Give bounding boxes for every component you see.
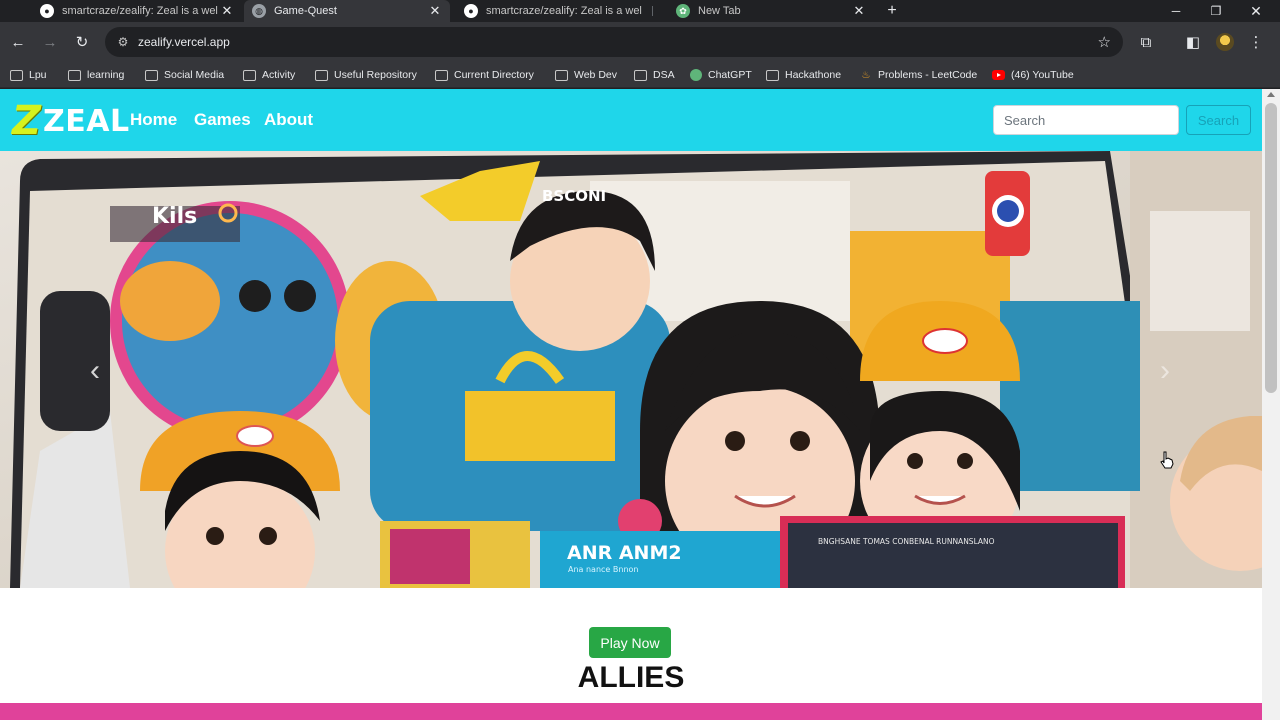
folder-icon — [315, 69, 328, 81]
bookmark-label: (46) YouTube — [1011, 69, 1074, 81]
hero-screen-subtitle: Ana nance Bnnon — [568, 565, 639, 574]
page-scrollbar[interactable] — [1262, 89, 1280, 720]
section-title-allies: ALLIES — [577, 661, 685, 694]
hero-screen-title: ANR ANM2 — [567, 542, 682, 564]
folder-icon — [766, 69, 779, 81]
bookmark-label: Current Directory — [454, 69, 534, 81]
folder-icon — [10, 69, 23, 81]
side-panel-icon[interactable]: ◧ — [1183, 32, 1203, 52]
bookmark-lpu[interactable]: Lpu — [10, 66, 47, 84]
bookmark-web-dev[interactable]: Web Dev — [555, 66, 617, 84]
minimize-icon[interactable]: ─ — [1156, 0, 1196, 22]
bookmark-label: Problems - LeetCode — [878, 69, 978, 81]
bookmark-label: Lpu — [29, 69, 47, 81]
tab-separator — [652, 6, 653, 16]
hero-hat-text: BSCONI — [542, 187, 606, 205]
carousel-prev-icon[interactable]: ‹ — [80, 351, 110, 391]
bookmark-label: Activity — [262, 69, 296, 81]
reload-icon[interactable]: ↻ — [72, 32, 92, 52]
bookmark-label: Hackathone — [785, 69, 842, 81]
bookmark-star-icon[interactable]: ☆ — [1098, 33, 1111, 51]
nav-games-link[interactable]: Games — [194, 110, 251, 130]
folder-icon — [555, 69, 568, 81]
hero-carousel: Kils BSCONI ANR ANM2 Ana nance Bnnon BNG… — [0, 151, 1262, 588]
bookmark-label: learning — [87, 69, 125, 81]
new-tab-button[interactable]: + — [882, 0, 902, 22]
bookmark-dsa[interactable]: DSA — [634, 66, 675, 84]
url-text: zealify.vercel.app — [138, 35, 230, 49]
hand-cursor-icon — [1160, 451, 1174, 469]
browser-tab-strip: ● smartcraze/zealify: Zeal is a wel ✕ ◍ … — [0, 0, 1280, 22]
tab-new-tab[interactable]: ✿ New Tab ✕ — [668, 0, 874, 22]
search-input[interactable] — [993, 105, 1179, 135]
tab-title: smartcraze/zealify: Zeal is a wel — [486, 5, 642, 17]
bookmark-leetcode[interactable]: ♨ Problems - LeetCode — [860, 66, 978, 84]
folder-icon — [634, 69, 647, 81]
forward-arrow-icon[interactable]: → — [40, 32, 60, 52]
nav-about-link[interactable]: About — [264, 110, 313, 130]
close-icon[interactable]: ✕ — [852, 3, 866, 19]
scroll-up-arrow-icon[interactable] — [1267, 92, 1275, 97]
tab-zealify-repo-1[interactable]: ● smartcraze/zealify: Zeal is a wel ✕ — [32, 0, 242, 22]
tab-title: smartcraze/zealify: Zeal is a wel — [62, 5, 218, 17]
nav-home-link[interactable]: Home — [130, 110, 177, 130]
bookmarks-bar: Lpu learning Social Media Activity Usefu… — [0, 62, 1280, 88]
menu-dots-icon[interactable]: ⋮ — [1246, 32, 1266, 52]
tab-zealify-repo-2[interactable]: ● smartcraze/zealify: Zeal is a wel — [456, 0, 664, 22]
folder-icon — [435, 69, 448, 81]
bookmark-label: DSA — [653, 69, 675, 81]
browser-toolbar: ← → ↻ ⚙ zealify.vercel.app ☆ ⧉ ◧ ⋮ — [0, 22, 1280, 62]
logo-z-mark: Z — [12, 98, 42, 144]
bookmark-useful-repository[interactable]: Useful Repository — [315, 66, 417, 84]
folder-icon — [243, 69, 256, 81]
site-logo[interactable]: Z ZEAL — [12, 101, 130, 141]
bookmark-social-media[interactable]: Social Media — [145, 66, 224, 84]
bookmark-label: Social Media — [164, 69, 225, 81]
chatgpt-icon: ✿ — [676, 4, 690, 18]
chatgpt-icon — [690, 69, 702, 81]
site-settings-icon[interactable]: ⚙ — [115, 34, 131, 50]
hero-sign-text: Kils — [152, 204, 197, 229]
globe-icon: ◍ — [252, 4, 266, 18]
scrollbar-thumb[interactable] — [1265, 103, 1277, 393]
hero-poster-text: BNGHSANE TOMAS CONBENAL RUNNANSLANO — [818, 537, 995, 546]
bookmark-youtube[interactable]: (46) YouTube — [992, 66, 1074, 84]
site-navbar: Z ZEAL Home Games About Search — [0, 89, 1262, 151]
folder-icon — [145, 69, 158, 81]
carousel-next-icon[interactable]: › — [1150, 351, 1180, 391]
play-now-button[interactable]: Play Now — [589, 627, 671, 658]
leetcode-icon: ♨ — [861, 69, 871, 81]
youtube-icon — [992, 70, 1005, 80]
extensions-icon[interactable]: ⧉ — [1136, 32, 1156, 52]
back-arrow-icon[interactable]: ← — [8, 32, 28, 52]
folder-icon — [68, 69, 81, 81]
tab-game-quest[interactable]: ◍ Game-Quest ✕ — [244, 0, 450, 22]
bookmark-label: Web Dev — [574, 69, 617, 81]
logo-text: ZEAL — [43, 103, 130, 139]
close-icon[interactable]: ✕ — [220, 3, 234, 19]
profile-avatar[interactable] — [1216, 33, 1234, 51]
search-button[interactable]: Search — [1186, 105, 1251, 135]
restore-icon[interactable]: ❐ — [1196, 0, 1236, 22]
bookmark-hackathone[interactable]: Hackathone — [766, 66, 841, 84]
github-icon: ● — [40, 4, 54, 18]
bookmark-label: Useful Repository — [334, 69, 417, 81]
hero-image: Kils BSCONI ANR ANM2 Ana nance Bnnon BNG… — [0, 151, 1262, 588]
close-icon[interactable]: ✕ — [428, 3, 442, 19]
tab-title: Game-Quest — [274, 5, 337, 17]
bookmark-chatgpt[interactable]: ChatGPT — [690, 66, 752, 84]
github-icon: ● — [464, 4, 478, 18]
bookmark-current-directory[interactable]: Current Directory — [435, 66, 534, 84]
bookmark-activity[interactable]: Activity — [243, 66, 295, 84]
bookmark-label: ChatGPT — [708, 69, 752, 81]
address-bar[interactable]: ⚙ zealify.vercel.app ☆ — [105, 27, 1123, 57]
tab-title: New Tab — [698, 5, 741, 17]
bookmark-learning[interactable]: learning — [68, 66, 124, 84]
pink-section-bar — [0, 703, 1262, 720]
close-window-icon[interactable]: ✕ — [1236, 0, 1276, 22]
page-viewport: Z ZEAL Home Games About Search Search Ki… — [0, 89, 1262, 720]
